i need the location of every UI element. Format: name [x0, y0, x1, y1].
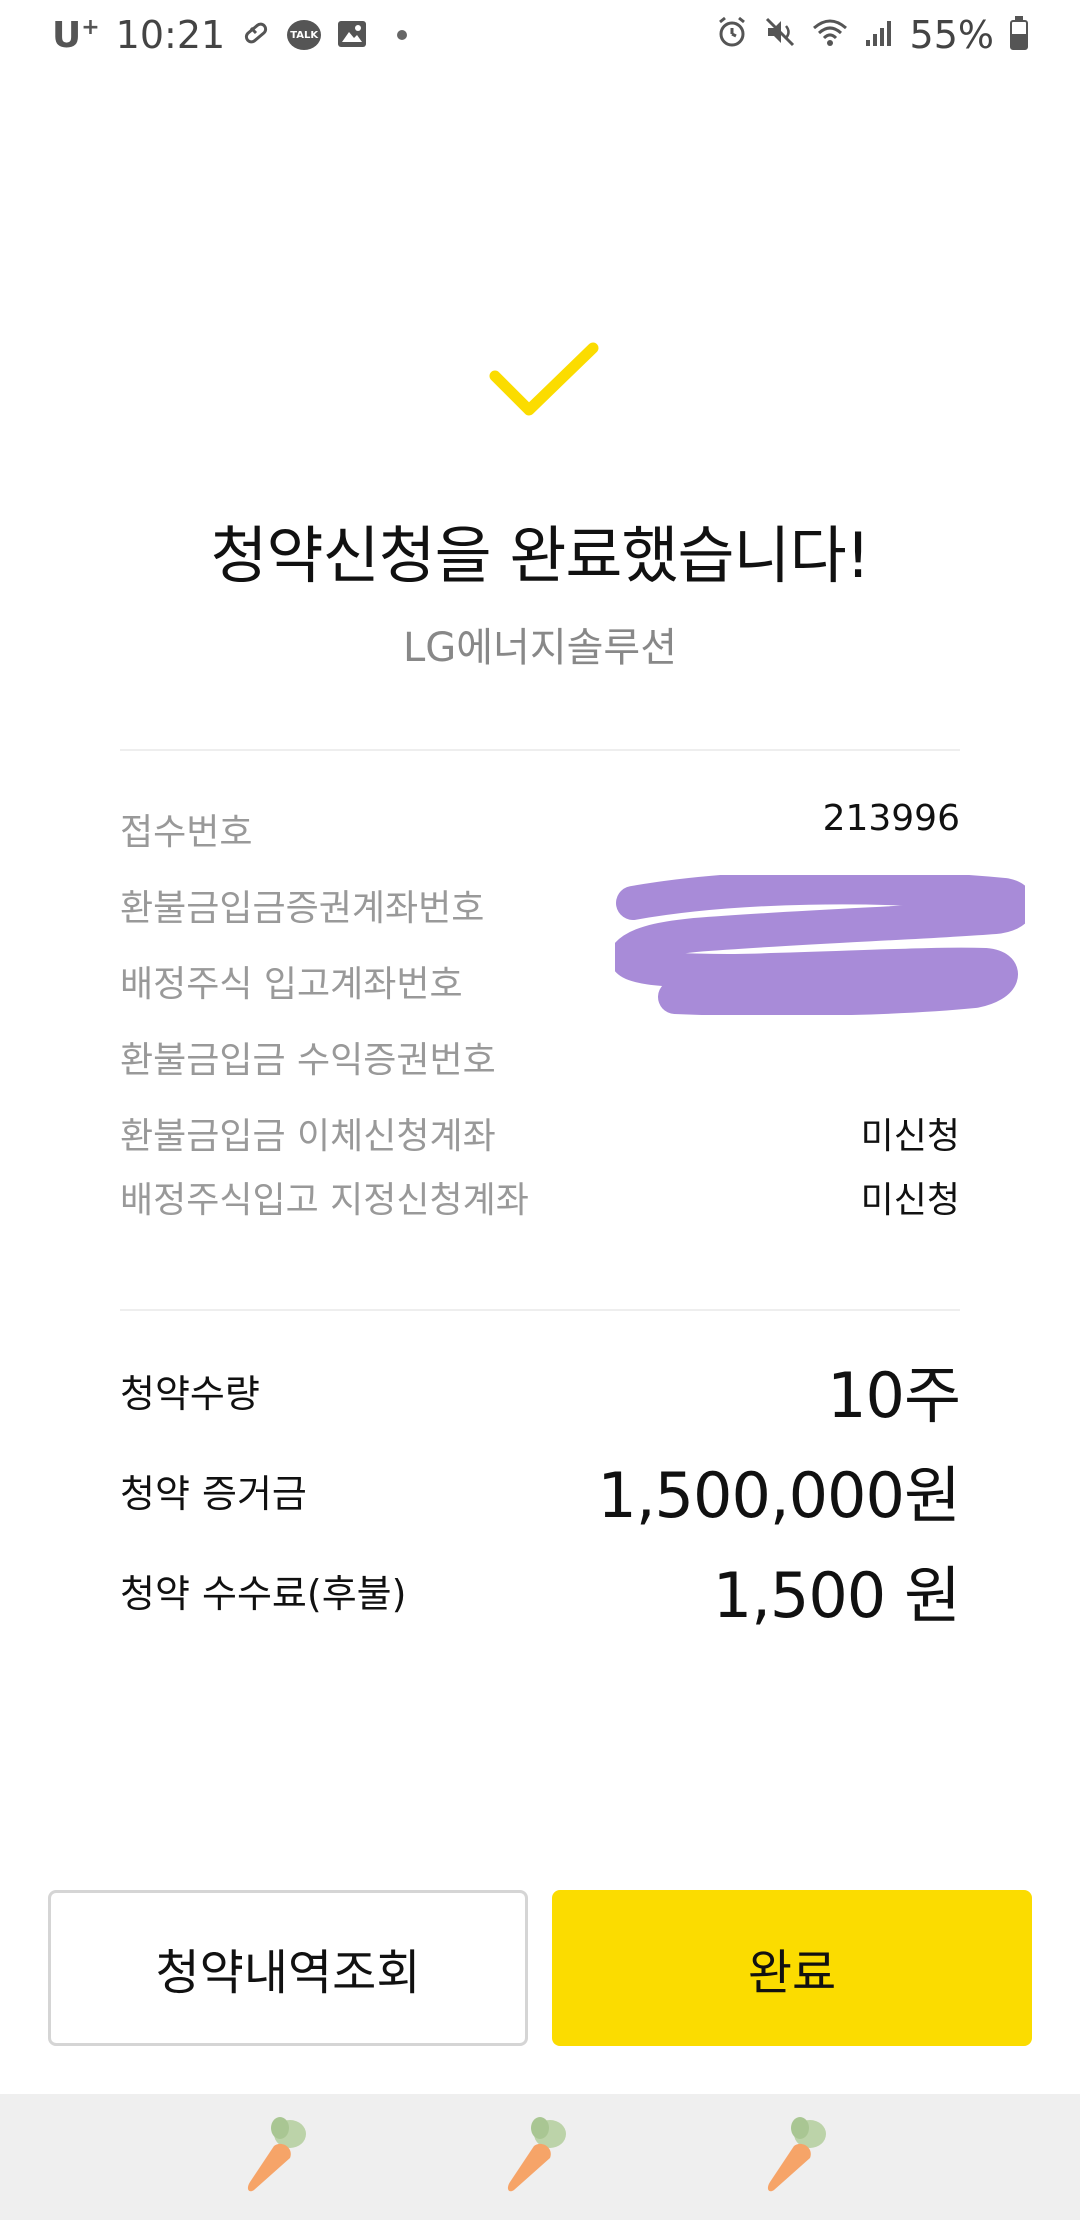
divider: [120, 1309, 960, 1311]
clock: 10:21: [115, 13, 226, 57]
carrot-icon: [767, 2117, 826, 2192]
signal-icon: [864, 13, 894, 57]
info-value: 미신청: [860, 1180, 960, 1221]
divider: [120, 749, 960, 751]
subscription-complete-screen: U+ 10:21 TALK 55% 청약신청을 완료했습니다! LG에너지솔루션…: [0, 0, 1080, 2220]
info-row-stock-designation: 배정주식입고 지정신청계좌 미신청: [120, 1171, 960, 1223]
amount-label: 청약 증거금: [120, 1471, 307, 1516]
info-label: 배정주식입고 지정신청계좌: [120, 1180, 529, 1221]
done-button[interactable]: 완료: [552, 1890, 1032, 2046]
company-name: LG에너지솔루션: [402, 625, 678, 671]
mute-icon: [764, 13, 796, 57]
carrot-icon: [507, 2117, 566, 2192]
info-label: 환불금입금증권계좌번호: [120, 888, 485, 929]
notification-dot-icon: [397, 30, 408, 40]
status-bar-left: U+ 10:21 TALK: [52, 13, 408, 57]
image-icon: [337, 13, 367, 57]
info-label: 환불금입금 수익증권번호: [120, 1040, 496, 1081]
carrier-label: U+: [52, 14, 100, 56]
info-row-refund-fund-number: 환불금입금 수익증권번호: [120, 1031, 960, 1083]
battery-percentage: 55%: [909, 13, 994, 57]
redaction-scribble: [615, 875, 1025, 1015]
check-icon: [489, 342, 599, 416]
amount-row-fee: 청약 수수료(후불) 1,500 원: [120, 1552, 961, 1632]
pill-icon: [241, 13, 271, 57]
alarm-icon: [716, 13, 748, 57]
info-label: 환불금입금 이체신청계좌: [120, 1116, 496, 1157]
amount-label: 청약수량: [120, 1371, 260, 1416]
battery-icon: [1010, 16, 1028, 50]
info-label: 배정주식 입고계좌번호: [120, 964, 463, 1005]
kakaotalk-icon: TALK: [287, 20, 322, 50]
info-value: 미신청: [860, 1116, 960, 1157]
info-row-refund-transfer: 환불금입금 이체신청계좌 미신청: [120, 1107, 960, 1159]
status-bar-right: 55%: [716, 13, 1028, 57]
status-bar: U+ 10:21 TALK 55%: [0, 0, 1080, 70]
amount-value: 10주: [827, 1359, 961, 1432]
amount-row-deposit: 청약 증거금 1,500,000원: [120, 1452, 961, 1532]
wifi-icon: [812, 13, 848, 57]
info-value: 213996: [822, 798, 960, 839]
amount-value: 1,500,000원: [597, 1459, 961, 1532]
carrot-icon: [247, 2117, 306, 2192]
info-row-receipt-number: 접수번호 213996: [120, 798, 960, 855]
bottom-bar: [0, 2094, 1080, 2220]
amount-value: 1,500 원: [712, 1559, 961, 1632]
subscription-history-button[interactable]: 청약내역조회: [48, 1890, 528, 2046]
amount-row-quantity: 청약수량 10주: [120, 1352, 961, 1432]
info-label: 접수번호: [120, 812, 253, 853]
page-title: 청약신청을 완료했습니다!: [210, 519, 870, 592]
amount-label: 청약 수수료(후불): [120, 1571, 407, 1616]
